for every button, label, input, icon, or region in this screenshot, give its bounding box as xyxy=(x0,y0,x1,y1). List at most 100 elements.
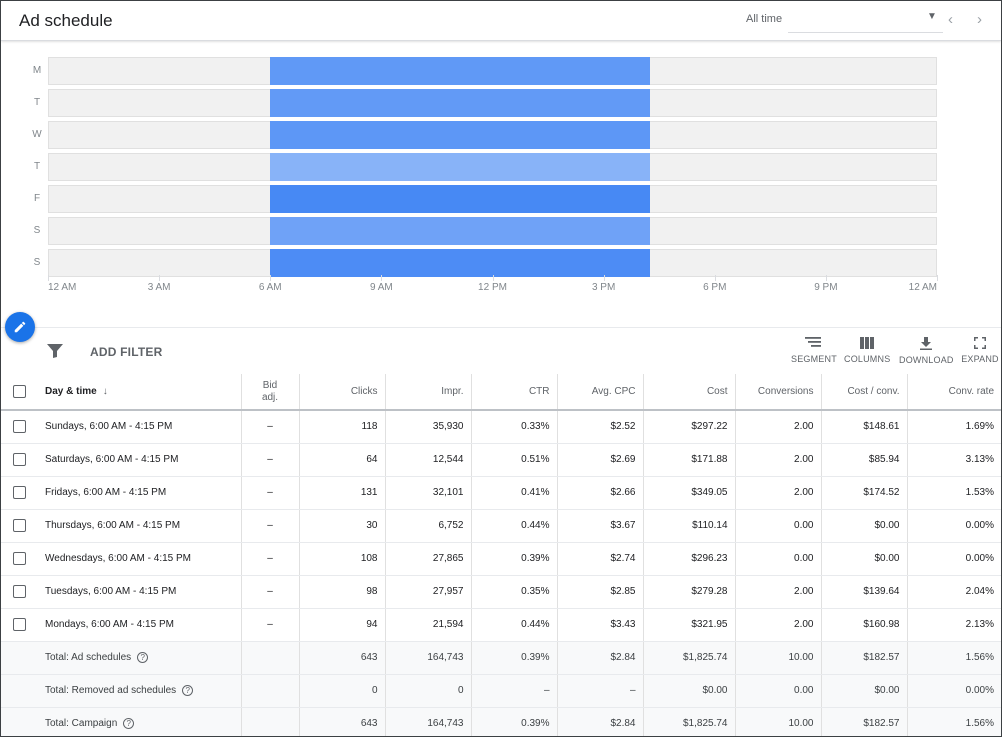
help-icon[interactable]: ? xyxy=(182,684,194,696)
header-cost-conv[interactable]: Cost / conv. xyxy=(821,374,908,411)
cell-cost-conv: $85.94 xyxy=(821,443,908,477)
row-checkbox[interactable] xyxy=(13,420,26,434)
cell-cost: $110.14 xyxy=(643,509,736,543)
cell-cost-conv: $0.00 xyxy=(821,542,908,576)
cell-avg-cpc: $2.74 xyxy=(557,542,644,576)
total-conversions: 0.00 xyxy=(735,674,822,708)
total-ctr: – xyxy=(471,674,558,708)
total-label-cell: Total: Removed ad schedules? xyxy=(1,674,242,708)
row-select-cell xyxy=(1,542,38,576)
row-checkbox[interactable] xyxy=(13,618,26,631)
edit-button[interactable] xyxy=(5,312,35,342)
total-row: Total: Removed ad schedules? 0 0– – $0.00 0.0… xyxy=(1,674,1001,708)
header-avg-cpc[interactable]: Avg. CPC xyxy=(557,374,644,411)
download-icon xyxy=(920,337,932,350)
cell-cost: $171.88 xyxy=(643,443,736,477)
x-tick-label: 6 PM xyxy=(703,282,727,293)
row-select-cell xyxy=(1,443,38,477)
add-filter-button[interactable]: ADD FILTER xyxy=(90,345,162,359)
header-conversions[interactable]: Conversions xyxy=(735,374,822,411)
cell-impr: 27,957 xyxy=(385,575,472,609)
cell-avg-cpc: $2.85 xyxy=(557,575,644,609)
row-checkbox[interactable] xyxy=(13,519,26,532)
segment-button[interactable]: SEGMENT xyxy=(791,337,837,369)
x-tick-label: 3 PM xyxy=(591,282,616,293)
x-tick-mark xyxy=(493,275,494,281)
cell-conv-rate: 2.13% xyxy=(907,608,1001,642)
day-label: S xyxy=(33,225,41,236)
total-label-cell: Total: Ad schedules? xyxy=(1,641,242,675)
cell-bid-adj[interactable]: – xyxy=(241,575,300,609)
cell-bid-adj[interactable]: – xyxy=(241,509,300,543)
dropdown-caret-icon[interactable]: ▼ xyxy=(927,11,937,22)
help-icon[interactable]: ? xyxy=(123,717,135,729)
row-select-cell xyxy=(1,410,38,444)
row-checkbox[interactable] xyxy=(13,486,26,499)
x-tick-mark xyxy=(715,275,716,281)
date-range-selector[interactable]: All time xyxy=(746,13,782,25)
schedule-block[interactable] xyxy=(270,217,650,245)
header-conv-rate[interactable]: Conv. rate xyxy=(907,374,1001,411)
table-row: Saturdays, 6:00 AM - 4:15 PM –64 12,544 0.5… xyxy=(1,443,1001,477)
schedule-block[interactable] xyxy=(270,57,650,85)
cell-day-time: Sundays, 6:00 AM - 4:15 PM xyxy=(38,410,242,444)
schedule-block[interactable] xyxy=(270,185,650,213)
x-tick-label: 9 PM xyxy=(814,282,838,293)
cell-conversions: 2.00 xyxy=(735,575,822,609)
chevron-left-icon[interactable]: ‹ xyxy=(948,11,953,28)
schedule-block[interactable] xyxy=(270,153,650,181)
x-tick-label: 9 AM xyxy=(369,282,393,293)
schedule-block[interactable] xyxy=(270,121,650,149)
day-label: S xyxy=(33,257,41,268)
header-bid-adj-line2: adj. xyxy=(261,391,279,403)
header-day-time[interactable]: Day & time ↓ xyxy=(38,374,242,411)
day-label: F xyxy=(33,193,41,204)
header-bid-adj[interactable]: Bid adj. xyxy=(241,374,300,411)
columns-button[interactable]: COLUMNS xyxy=(844,337,890,369)
schedule-block[interactable] xyxy=(270,249,650,277)
download-button[interactable]: DOWNLOAD xyxy=(899,337,953,369)
header-impr[interactable]: Impr. xyxy=(385,374,472,411)
segment-label: SEGMENT xyxy=(791,354,837,364)
total-label: Total: Ad schedules xyxy=(45,652,132,664)
cell-conv-rate: 0.00% xyxy=(907,509,1001,543)
page-title: Ad schedule xyxy=(19,11,113,30)
header-clicks[interactable]: Clicks xyxy=(299,374,386,411)
total-cost-conv: $182.57 xyxy=(821,707,908,736)
total-avg-cpc: $2.84 xyxy=(557,707,644,736)
total-clicks: 643 xyxy=(299,707,386,736)
cell-conversions: 2.00 xyxy=(735,476,822,510)
cell-conv-rate: 1.53% xyxy=(907,476,1001,510)
x-tick-mark xyxy=(159,275,160,281)
filter-icon[interactable] xyxy=(47,344,63,363)
cell-bid-adj[interactable]: – xyxy=(241,410,300,444)
select-all-checkbox[interactable] xyxy=(13,385,26,398)
row-checkbox[interactable] xyxy=(13,453,26,466)
total-ctr: 0.39% xyxy=(471,641,558,675)
x-tick-mark xyxy=(48,275,49,281)
cell-bid-adj[interactable]: – xyxy=(241,443,300,477)
day-label: T xyxy=(33,161,41,172)
cell-cost-conv: $148.61 xyxy=(821,410,908,444)
header-ctr[interactable]: CTR xyxy=(471,374,558,411)
cell-bid-adj[interactable]: – xyxy=(241,476,300,510)
row-checkbox[interactable] xyxy=(13,552,26,565)
cell-conversions: 2.00 xyxy=(735,608,822,642)
help-icon[interactable]: ? xyxy=(137,651,149,663)
cell-impr: 35,930 xyxy=(385,410,472,444)
cell-bid-adj[interactable]: – xyxy=(241,608,300,642)
schedule-block[interactable] xyxy=(270,89,650,117)
columns-label: COLUMNS xyxy=(844,354,891,364)
header-cost[interactable]: Cost xyxy=(643,374,736,411)
cell-cost: $297.22 xyxy=(643,410,736,444)
x-tick-mark xyxy=(604,275,605,281)
row-checkbox[interactable] xyxy=(13,585,26,598)
expand-button[interactable]: EXPAND xyxy=(960,337,1000,369)
select-all-cell xyxy=(1,374,38,411)
chevron-right-icon[interactable]: › xyxy=(977,11,982,28)
cell-conversions: 2.00 xyxy=(735,410,822,444)
total-cost: $1,825.74 xyxy=(643,641,736,675)
sort-down-arrow-icon[interactable]: ↓ xyxy=(103,386,108,397)
cell-avg-cpc: $3.43 xyxy=(557,608,644,642)
cell-bid-adj[interactable]: – xyxy=(241,542,300,576)
